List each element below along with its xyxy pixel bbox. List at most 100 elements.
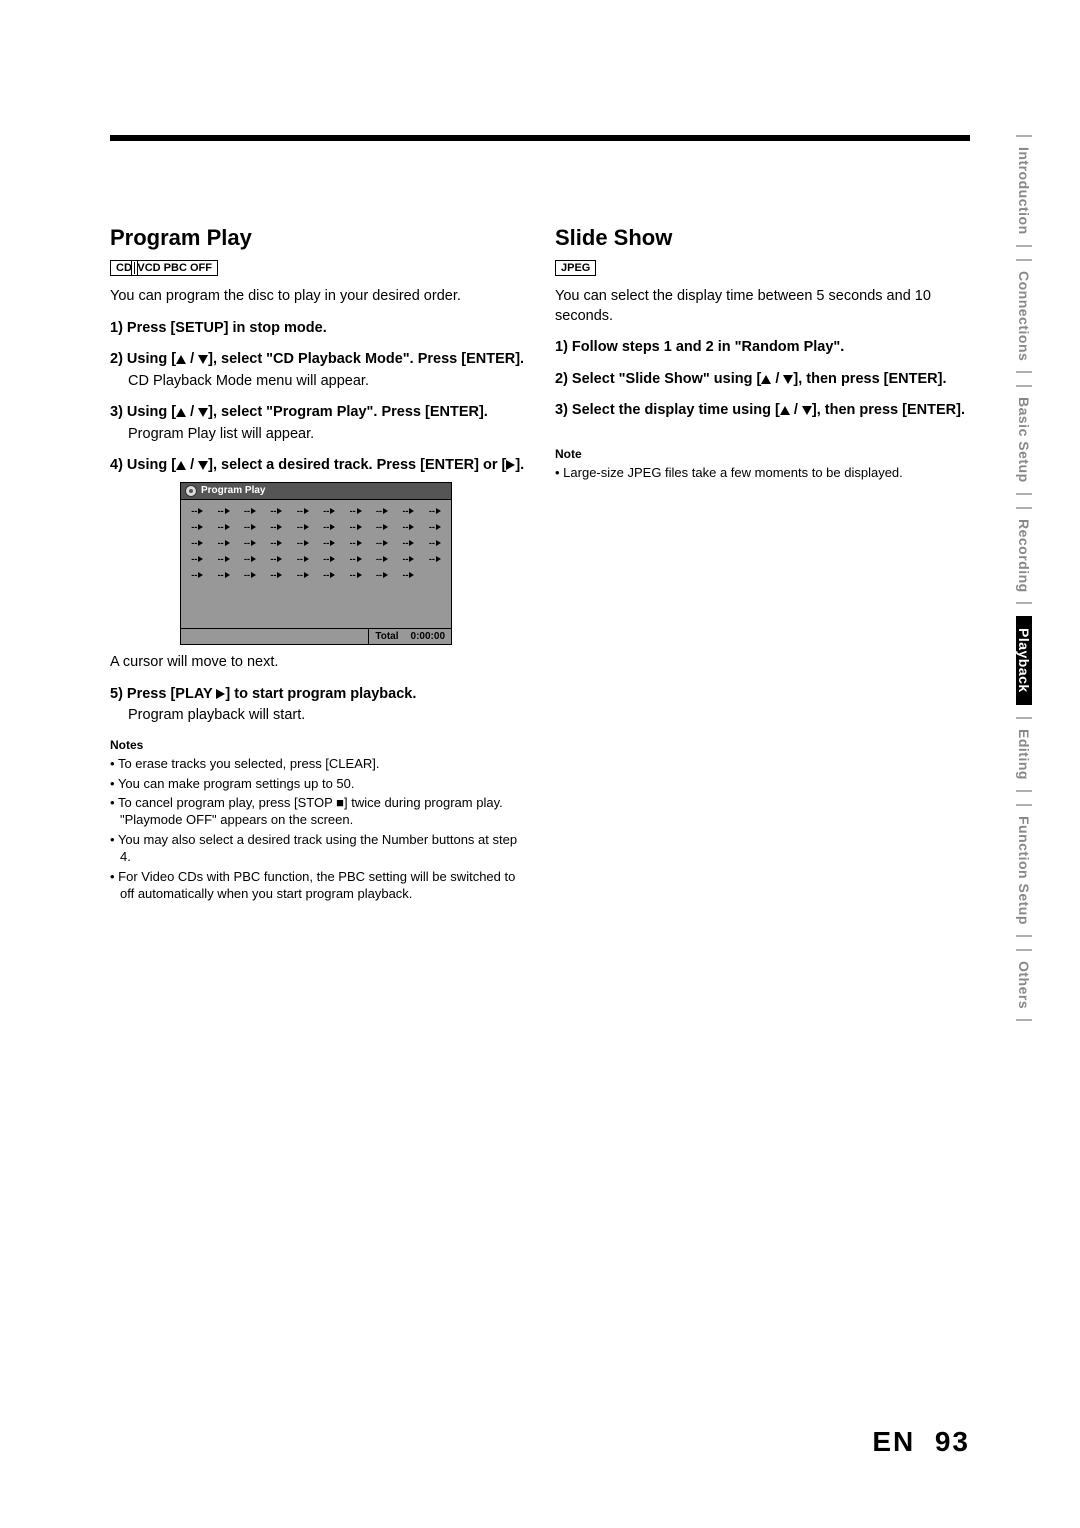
cell-placeholder: -- (350, 522, 356, 532)
cell-placeholder: -- (323, 538, 329, 548)
cell-placeholder: -- (402, 554, 408, 564)
down-arrow-icon (802, 406, 812, 415)
step5-pre: 5) Press [PLAY (110, 686, 216, 702)
slide-show-step3: 3) Select the display time using [ / ], … (555, 401, 970, 421)
right-arrow-icon (304, 556, 309, 562)
right-arrow-icon (409, 524, 414, 530)
right-arrow-icon (198, 572, 203, 578)
right-arrow-icon (251, 540, 256, 546)
cell-placeholder: -- (323, 570, 329, 580)
right-arrow-icon (409, 508, 414, 514)
section-tab-recording: Recording (1016, 507, 1032, 605)
program-play-cell: -- (238, 506, 262, 516)
disc-icon (185, 485, 197, 497)
down-arrow-icon (783, 375, 793, 384)
right-arrow-icon (251, 524, 256, 530)
cell-placeholder: -- (244, 522, 250, 532)
cell-placeholder: -- (350, 554, 356, 564)
cell-placeholder: -- (297, 554, 303, 564)
program-play-step5: 5) Press [PLAY ] to start program playba… (110, 685, 525, 705)
program-play-step2: 2) Using [ / ], select "CD Playback Mode… (110, 350, 525, 370)
step3-pre: 3) Using [ (110, 404, 176, 420)
program-play-screen-title: Program Play (201, 485, 265, 496)
section-tab-editing: Editing (1016, 717, 1032, 792)
slide-show-heading: Slide Show (555, 225, 970, 251)
program-play-cell: -- (211, 554, 235, 564)
program-play-column: Program Play CDVCD PBC OFF You can progr… (110, 225, 525, 906)
right-arrow-icon (330, 508, 335, 514)
cell-placeholder: -- (244, 570, 250, 580)
section-tab-introduction: Introduction (1016, 135, 1032, 247)
cell-placeholder: -- (191, 570, 197, 580)
program-play-cell: -- (238, 570, 262, 580)
program-play-cell: -- (291, 522, 315, 532)
note-item: For Video CDs with PBC function, the PBC… (110, 869, 525, 903)
slide-show-step2: 2) Select "Slide Show" using [ / ], then… (555, 370, 970, 390)
cell-placeholder: -- (297, 570, 303, 580)
right-arrow-icon (225, 572, 230, 578)
program-play-cell: -- (264, 522, 288, 532)
program-play-cell: -- (291, 570, 315, 580)
step4-pre: 4) Using [ (110, 457, 176, 473)
cell-placeholder: -- (191, 554, 197, 564)
right-arrow-icon (436, 508, 441, 514)
program-play-cell: -- (264, 538, 288, 548)
program-play-cell: -- (264, 570, 288, 580)
up-arrow-icon (176, 461, 186, 470)
program-play-cell: -- (370, 522, 394, 532)
program-play-cell: -- (317, 538, 341, 548)
cell-placeholder: -- (297, 538, 303, 548)
right-arrow-icon (436, 556, 441, 562)
right-arrow-icon (198, 508, 203, 514)
program-play-row: -------------------- (185, 506, 447, 516)
program-play-cell: -- (185, 506, 209, 516)
step4-post: ]. (515, 457, 524, 473)
cell-placeholder: -- (402, 506, 408, 516)
right-arrow-icon (357, 540, 362, 546)
program-play-cell: -- (423, 506, 447, 516)
right-arrow-icon (436, 524, 441, 530)
right-arrow-icon (383, 572, 388, 578)
section-tab-connections: Connections (1016, 259, 1032, 373)
right-arrow-icon (277, 508, 282, 514)
footer-spacer (181, 629, 368, 644)
cell-placeholder: -- (270, 506, 276, 516)
cell-placeholder: -- (429, 522, 435, 532)
right-arrow-icon (277, 572, 282, 578)
right-arrow-icon (330, 556, 335, 562)
right-arrow-icon (277, 540, 282, 546)
right-arrow-icon (409, 540, 414, 546)
cell-placeholder: -- (429, 554, 435, 564)
cell-placeholder: -- (402, 538, 408, 548)
cell-placeholder: -- (376, 522, 382, 532)
program-play-cell: -- (291, 506, 315, 516)
right-arrow-icon (225, 524, 230, 530)
note-item: You may also select a desired track usin… (110, 832, 525, 866)
program-play-screen-footer: Total 0:00:00 (181, 628, 451, 644)
up-arrow-icon (780, 406, 790, 415)
program-play-cell: -- (291, 538, 315, 548)
right-arrow-icon (304, 524, 309, 530)
program-play-cell: -- (264, 554, 288, 564)
program-play-cell: -- (423, 522, 447, 532)
cell-placeholder: -- (402, 522, 408, 532)
up-arrow-icon (176, 355, 186, 364)
program-play-intro: You can program the disc to play in your… (110, 287, 525, 307)
cell-placeholder: -- (191, 522, 197, 532)
program-play-cell: -- (370, 506, 394, 516)
cell-placeholder: -- (376, 506, 382, 516)
cell-placeholder: -- (270, 538, 276, 548)
right-arrow-icon (330, 524, 335, 530)
program-play-cell: -- (370, 554, 394, 564)
program-play-cell: -- (396, 522, 420, 532)
section-tab-function-setup: Function Setup (1016, 804, 1032, 937)
program-play-row: ------------------ (185, 570, 447, 580)
cell-placeholder: -- (191, 506, 197, 516)
right-arrow-icon (330, 572, 335, 578)
program-play-notes-heading: Notes (110, 738, 525, 752)
section-tab-playback: Playback (1016, 616, 1032, 705)
program-play-cell: -- (370, 538, 394, 548)
right-arrow-icon (225, 556, 230, 562)
program-play-heading: Program Play (110, 225, 525, 251)
slide-show-badges: JPEG (555, 259, 970, 277)
